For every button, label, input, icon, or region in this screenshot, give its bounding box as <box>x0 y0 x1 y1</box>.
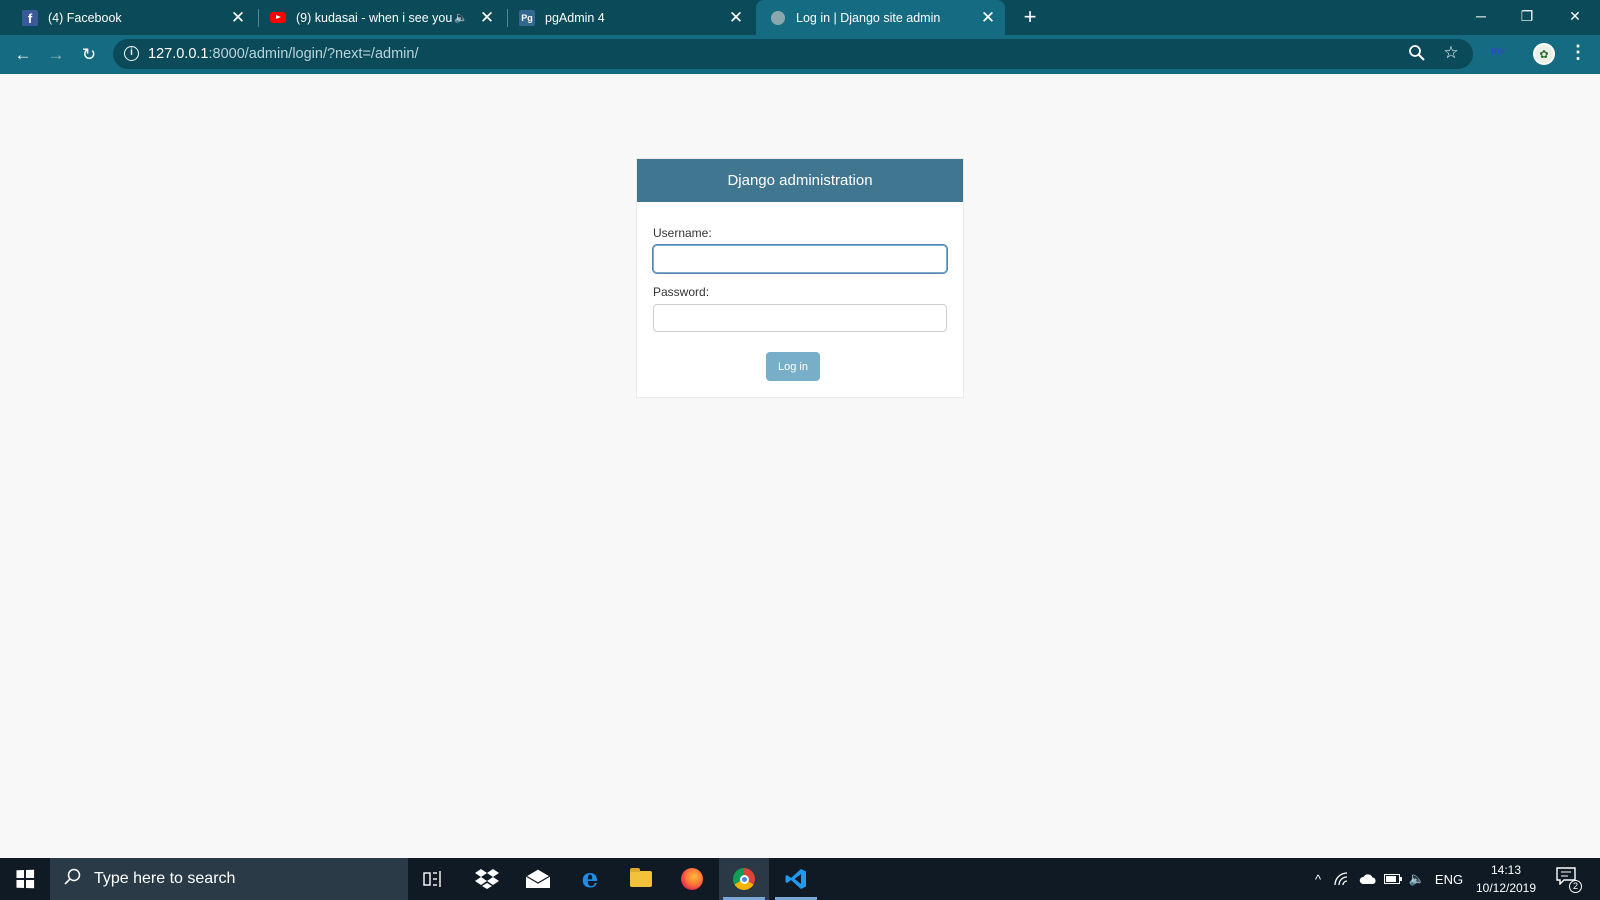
taskbar: Type here to search e ^ 🔈 ENG 14:13 10/1… <box>0 858 1600 900</box>
chevron-up-icon[interactable]: ^ <box>1306 858 1330 900</box>
clock-time: 14:13 <box>1490 863 1522 877</box>
browser-toolbar: ← → ↻ i 127.0.0.1:8000/admin/login/?next… <box>0 35 1600 74</box>
tab-django-admin[interactable]: Log in | Django site admin ✕ <box>756 0 1005 35</box>
page-content: Django administration Username: Password… <box>0 74 1600 858</box>
restore-icon[interactable]: ❐ <box>1504 0 1550 32</box>
info-icon[interactable]: i <box>124 46 139 61</box>
mail-icon[interactable] <box>513 858 563 900</box>
url-host: 127.0.0.1 <box>148 46 209 62</box>
chrome-icon[interactable] <box>719 858 769 900</box>
taskbar-clock[interactable]: 14:13 10/12/2019 <box>1468 861 1544 897</box>
zoom-icon[interactable] <box>1407 44 1427 64</box>
password-field[interactable] <box>653 304 947 332</box>
pgadmin-icon: Pg <box>519 9 535 26</box>
start-button[interactable] <box>0 858 50 900</box>
search-icon <box>64 868 84 891</box>
forward-icon[interactable]: → <box>42 41 70 69</box>
username-label: Username: <box>653 226 712 240</box>
vscode-icon[interactable] <box>771 858 821 900</box>
battery-icon[interactable] <box>1381 858 1405 900</box>
close-icon[interactable]: ✕ <box>478 8 496 27</box>
tab-pgadmin[interactable]: Pg pgAdmin 4 ✕ <box>508 0 753 35</box>
password-label: Password: <box>653 285 710 299</box>
task-view-icon[interactable] <box>408 858 458 900</box>
url-path: :8000/admin/login/?next=/admin/ <box>208 46 419 62</box>
facebook-icon: f <box>22 9 38 26</box>
minimize-icon[interactable]: ─ <box>1458 0 1504 32</box>
dropbox-icon[interactable] <box>462 858 512 900</box>
close-icon[interactable]: ✕ <box>229 8 247 27</box>
language-indicator[interactable]: ENG <box>1431 858 1467 900</box>
volume-icon[interactable]: 🔈 <box>1405 858 1429 900</box>
login-form: Django administration Username: Password… <box>636 158 964 398</box>
search-placeholder: Type here to search <box>94 870 236 887</box>
youtube-icon <box>270 10 286 26</box>
close-icon[interactable]: ✕ <box>979 8 997 27</box>
tab-title: (9) kudasai - when i see you <box>296 10 453 25</box>
notification-badge: 2 <box>1569 880 1582 893</box>
new-tab-button[interactable]: + <box>1018 5 1042 29</box>
tab-title: pgAdmin 4 <box>545 10 605 25</box>
edge-icon[interactable]: e <box>565 858 615 900</box>
url-text[interactable]: 127.0.0.1:8000/admin/login/?next=/admin/ <box>148 46 418 62</box>
firefox-icon[interactable] <box>667 858 717 900</box>
site-header: Django administration <box>637 159 963 202</box>
bookmark-star-icon[interactable]: ☆ <box>1441 43 1461 63</box>
tab-youtube[interactable]: (9) kudasai - when i see you 🔈 ✕ <box>260 0 504 35</box>
notification-center-icon[interactable]: 2 <box>1556 867 1582 893</box>
wifi-icon[interactable] <box>1330 858 1354 900</box>
extension-icon[interactable]: Inv <box>1484 46 1512 62</box>
tab-facebook[interactable]: f (4) Facebook ✕ <box>0 0 255 35</box>
login-button[interactable]: Log in <box>766 352 820 381</box>
close-window-icon[interactable]: ✕ <box>1552 0 1598 32</box>
close-icon[interactable]: ✕ <box>727 8 745 27</box>
file-explorer-icon[interactable] <box>616 858 666 900</box>
reload-icon[interactable]: ↻ <box>75 41 103 69</box>
windows-logo-icon <box>16 869 35 889</box>
username-field[interactable] <box>653 245 947 273</box>
profile-avatar[interactable]: ✿ <box>1533 43 1555 65</box>
menu-icon[interactable]: ⋮ <box>1568 42 1588 66</box>
tab-separator <box>258 9 259 27</box>
clock-date: 10/12/2019 <box>1475 881 1537 895</box>
tab-title: Log in | Django site admin <box>796 10 941 25</box>
globe-icon <box>770 10 786 26</box>
onedrive-icon[interactable] <box>1355 858 1381 900</box>
browser-tab-strip: f (4) Facebook ✕ (9) kudasai - when i se… <box>0 0 1600 35</box>
back-icon[interactable]: ← <box>9 41 37 69</box>
address-bar[interactable]: i 127.0.0.1:8000/admin/login/?next=/admi… <box>113 39 1473 69</box>
taskbar-search[interactable]: Type here to search <box>50 858 408 900</box>
speaker-icon[interactable]: 🔈 <box>454 11 468 24</box>
tab-title: (4) Facebook <box>48 10 122 25</box>
